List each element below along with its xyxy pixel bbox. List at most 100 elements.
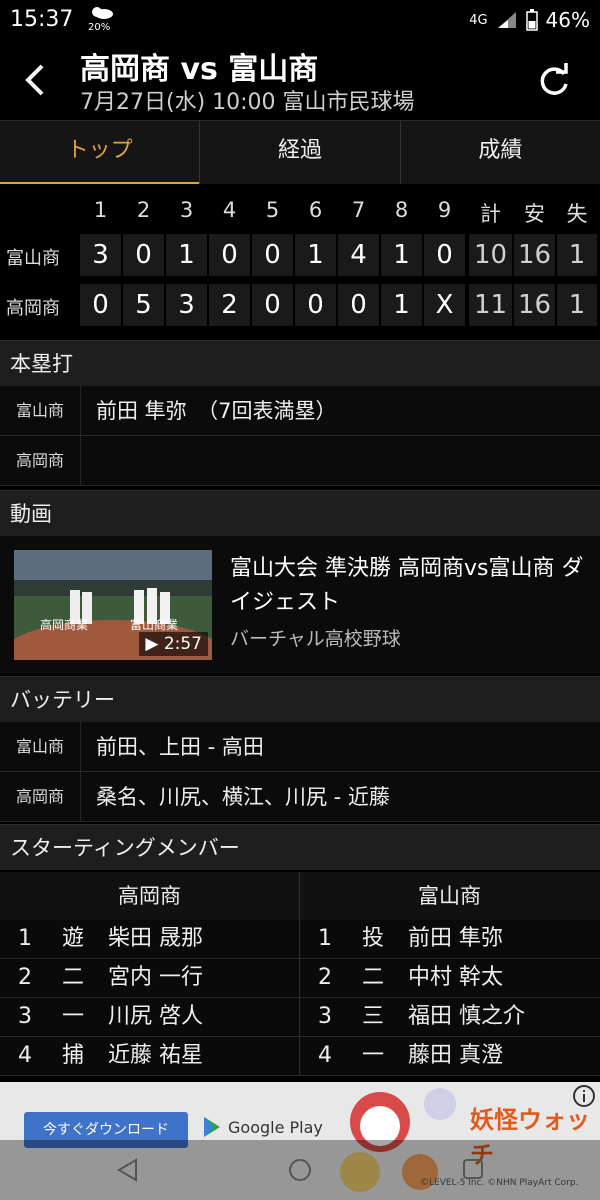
inning-header: 7	[351, 198, 366, 222]
player-name: 藤田 真澄	[408, 1043, 503, 1068]
video-title[interactable]: 富山大会 準決勝 高岡商vs富山商 ダイジェスト	[230, 552, 590, 620]
lineup-row: 4 捕近藤 祐星 4 一藤田 真澄	[0, 1037, 600, 1076]
team-label: 富山商	[0, 722, 81, 771]
inning-header: 計	[480, 202, 501, 226]
refresh-button[interactable]	[534, 60, 574, 100]
player-name: 川尻 啓人	[108, 1004, 203, 1029]
player-name: 柴田 晟那	[108, 926, 203, 951]
battery-icon	[525, 9, 538, 31]
google-play-icon	[204, 1117, 220, 1137]
tab-stats[interactable]: 成績	[401, 121, 600, 185]
thumb-team-left: 高岡商業	[40, 618, 89, 632]
batting-order: 3	[318, 1004, 332, 1029]
google-play-label: Google Play	[228, 1117, 323, 1137]
batting-order: 4	[18, 1043, 32, 1068]
inning-score: 0	[252, 284, 293, 326]
score-summary: 11	[469, 284, 512, 326]
position: 遊	[62, 926, 85, 951]
homerun-row: 高岡商	[0, 436, 600, 486]
inning-header: 1	[93, 198, 108, 222]
lineup-row: 2 二宮内 一行 2 二中村 幹太	[0, 959, 600, 998]
inning-score: 1	[166, 234, 207, 276]
nav-recents-icon[interactable]	[462, 1158, 484, 1180]
chevron-left-icon	[25, 64, 44, 96]
position: 一	[62, 1004, 85, 1029]
lineup-header: 高岡商 富山商	[0, 872, 600, 920]
homerun-value: 前田 隼弥 （7回表満塁）	[96, 399, 337, 423]
scoreboard-team-name: 富山商	[6, 248, 60, 269]
nav-back-icon[interactable]	[116, 1158, 138, 1182]
batting-order: 4	[318, 1043, 332, 1068]
inning-header: 4	[222, 198, 237, 222]
team-label: 富山商	[0, 386, 81, 435]
network-type: 4G	[469, 12, 488, 28]
lineup-right-team: 富山商	[418, 884, 481, 908]
lineup-row: 3 一川尻 啓人 3 三福田 慎之介	[0, 998, 600, 1037]
inning-score: 0	[338, 284, 379, 326]
scoreboard: 1 2 3 4 5 6 7 8 9 計安失富山商 3 0 1 0 0 1 4 1 0 10 16 1 高岡商 0 5 3 2 0 0 0 1…	[0, 184, 600, 340]
inning-header: 8	[394, 198, 409, 222]
inning-header: 3	[179, 198, 194, 222]
inning-score: 0	[123, 234, 164, 276]
video-duration: 2:57	[163, 634, 202, 654]
batting-order: 1	[18, 926, 32, 951]
player-name: 宮内 一行	[108, 965, 203, 990]
battery-section-title: バッテリー	[0, 676, 600, 722]
battery-row: 富山商 前田、上田 - 高田	[0, 722, 600, 772]
score-summary: 16	[514, 284, 555, 326]
score-summary: 16	[514, 234, 555, 276]
scoreboard-team-name: 高岡商	[6, 298, 60, 319]
video-duration-badge: ▶ 2:57	[139, 632, 208, 656]
battery-value: 桑名、川尻、横江、川尻 - 近藤	[96, 785, 390, 809]
batting-order: 3	[18, 1004, 32, 1029]
score-summary: 1	[557, 284, 597, 326]
inning-score: 0	[295, 284, 336, 326]
position: 捕	[62, 1043, 85, 1068]
position: 二	[62, 965, 85, 990]
lineup-section-title: スターティングメンバー	[0, 824, 600, 870]
battery-percent: 46%	[545, 8, 590, 32]
inning-header: 6	[308, 198, 323, 222]
back-button[interactable]	[18, 60, 54, 100]
inning-score: 2	[209, 284, 250, 326]
game-info: 7月27日(水) 10:00 富山市民球場	[80, 90, 415, 115]
video-card[interactable]: 高岡商業 富山商業 ▶ 2:57 富山大会 準決勝 高岡商vs富山商 ダイジェス…	[0, 536, 600, 674]
inning-score: 4	[338, 234, 379, 276]
thumb-team-right: 富山商業	[130, 618, 179, 632]
position: 二	[362, 965, 385, 990]
system-nav-bar	[0, 1140, 600, 1200]
inning-header: 9	[437, 198, 452, 222]
homerun-section-title: 本塁打	[0, 340, 600, 386]
ad-info-icon[interactable]	[572, 1084, 596, 1108]
battery-row: 高岡商 桑名、川尻、横江、川尻 - 近藤	[0, 772, 600, 822]
position: 投	[362, 926, 385, 951]
status-time: 15:37	[10, 7, 74, 32]
status-right: 4G 46%	[469, 8, 590, 32]
position: 一	[362, 1043, 385, 1068]
inning-score: 3	[166, 284, 207, 326]
video-section-title: 動画	[0, 490, 600, 536]
inning-header: 安	[524, 202, 545, 226]
inning-score: 0	[252, 234, 293, 276]
tab-progress[interactable]: 経過	[200, 121, 401, 185]
player-name: 中村 幹太	[408, 965, 503, 990]
status-bar: 15:37 20% 4G 46%	[0, 0, 600, 40]
inning-header: 2	[136, 198, 151, 222]
lineup-row: 1 遊柴田 晟那 1 投前田 隼弥	[0, 920, 600, 959]
inning-score: 0	[424, 234, 465, 276]
score-summary: 1	[557, 234, 597, 276]
inning-score: 1	[295, 234, 336, 276]
tab-top[interactable]: トップ	[0, 121, 201, 185]
weather-percent: 20%	[88, 22, 111, 33]
batting-order: 2	[318, 965, 332, 990]
tab-bar: トップ 経過 成績	[0, 120, 600, 185]
team-label: 高岡商	[0, 772, 81, 821]
page-title: 高岡商 vs 富山商	[80, 52, 319, 87]
nav-home-icon[interactable]	[288, 1158, 312, 1182]
google-play-badge[interactable]: Google Play	[202, 1116, 323, 1138]
weather-icon: 20%	[88, 4, 114, 36]
player-name: 近藤 祐星	[108, 1043, 203, 1068]
signal-icon	[497, 12, 516, 28]
video-thumbnail[interactable]: 高岡商業 富山商業 ▶ 2:57	[14, 550, 212, 660]
inning-score: 1	[381, 284, 422, 326]
